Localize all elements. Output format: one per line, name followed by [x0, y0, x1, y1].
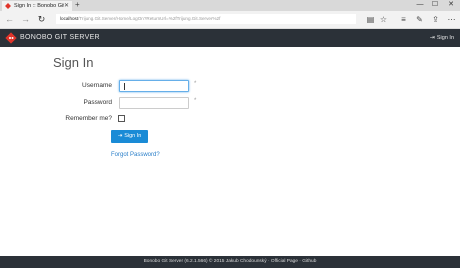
sign-in-button[interactable]: ⇥ Sign In [111, 130, 148, 143]
remember-me-checkbox[interactable] [118, 115, 125, 122]
text-caret [124, 83, 125, 90]
refresh-icon[interactable]: ↻ [36, 14, 47, 25]
browser-tab-title: Sign In :: Bonobo Git Se [14, 3, 64, 9]
header-sign-in-label: Sign In [436, 35, 454, 41]
brand-title[interactable]: BONOBO GIT SERVER [20, 29, 100, 47]
minimize-button[interactable]: — [413, 0, 427, 10]
header-sign-in-link[interactable]: ⇥ Sign In [430, 29, 454, 47]
web-note-icon[interactable]: ✎ [414, 14, 425, 25]
new-tab-button[interactable]: + [75, 0, 80, 10]
url-path: /Trijung.Git.Server/Home/LogOn?ReturnUrl… [78, 16, 221, 21]
remember-me-label: Remember me? [65, 115, 112, 122]
app-header: BONOBO GIT SERVER ⇥ Sign In [0, 29, 460, 47]
close-window-button[interactable]: ✕ [444, 0, 458, 10]
back-arrow-icon[interactable]: ← [4, 14, 15, 25]
share-icon[interactable]: ⇪ [430, 14, 441, 25]
page-title: Sign In [53, 55, 94, 70]
sign-in-icon: ⇥ [429, 35, 435, 41]
forgot-password-link[interactable]: Forgot Password? [111, 152, 160, 158]
password-input[interactable] [119, 97, 189, 109]
maximize-button[interactable]: ☐ [428, 0, 442, 10]
bonobo-favicon-icon [5, 3, 11, 9]
hub-icon[interactable]: ≡ [398, 14, 409, 25]
url-host: localhost [60, 16, 79, 21]
reading-view-icon[interactable]: ▤ [365, 14, 376, 25]
password-label: Password [83, 99, 112, 106]
browser-tab[interactable]: Sign In :: Bonobo Git Se ✕ [2, 1, 72, 11]
username-label: Username [82, 82, 112, 89]
more-icon[interactable]: ⋯ [446, 14, 457, 25]
tab-close-icon[interactable]: ✕ [64, 1, 69, 11]
address-bar[interactable]: localhost/Trijung.Git.Server/Home/LogOn?… [56, 14, 356, 24]
forward-arrow-icon[interactable]: → [20, 14, 31, 25]
bonobo-logo-icon[interactable] [5, 32, 17, 44]
username-input[interactable] [119, 80, 189, 92]
browser-tab-strip: Sign In :: Bonobo Git Se ✕ + — ☐ ✕ [0, 0, 460, 11]
sign-in-icon: ⇥ [117, 133, 123, 139]
sign-in-button-label: Sign In [124, 133, 142, 139]
favorite-star-icon[interactable]: ☆ [378, 14, 389, 25]
username-required-mark: * [194, 81, 197, 87]
browser-toolbar: ← → ↻ localhost/Trijung.Git.Server/Home/… [0, 11, 460, 29]
password-required-mark: * [194, 98, 197, 104]
page-footer: Bonobo Git Server (6.2.1.566) © 2015 Jak… [0, 256, 460, 268]
